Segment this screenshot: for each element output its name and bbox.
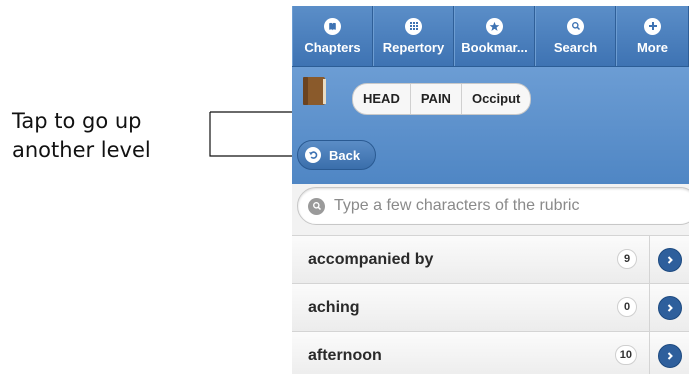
rubric-label: accompanied by	[308, 250, 434, 268]
chevron-right-icon	[657, 344, 682, 368]
count-badge: 9	[617, 249, 637, 269]
chevron-right-icon	[657, 296, 682, 320]
rubric-list: accompanied by 9 aching 0 afternoon 10	[292, 235, 689, 374]
header-area: HEAD PAIN Occiput Back	[292, 67, 689, 184]
nav-bookmarks-label: Bookmar...	[461, 39, 528, 55]
count-badge: 10	[614, 345, 637, 365]
book-cover-icon	[303, 77, 326, 105]
row-arrow-button[interactable]	[649, 236, 689, 284]
nav-bookmarks[interactable]: Bookmar...	[454, 6, 535, 66]
count-badge: 0	[617, 297, 637, 317]
list-item[interactable]: aching 0	[292, 283, 689, 332]
chevron-right-icon	[657, 248, 682, 272]
list-item[interactable]: accompanied by 9	[292, 235, 689, 284]
book-icon	[324, 17, 341, 35]
plus-icon	[644, 17, 661, 35]
nav-search-label: Search	[553, 39, 598, 55]
rubric-search-field[interactable]	[297, 187, 689, 225]
row-arrow-button[interactable]	[649, 284, 689, 332]
search-icon	[308, 197, 325, 215]
back-button[interactable]: Back	[297, 140, 376, 170]
rubric-label: afternoon	[308, 346, 382, 364]
breadcrumb-occiput[interactable]: Occiput	[462, 84, 530, 114]
breadcrumb-head[interactable]: HEAD	[353, 84, 411, 114]
back-arrow-icon	[305, 147, 321, 163]
search-icon	[567, 17, 584, 35]
back-label: Back	[329, 147, 361, 163]
breadcrumb-pain[interactable]: PAIN	[411, 84, 462, 114]
top-navbar: Chapters Repertory Bookmar... Search Mor…	[292, 6, 689, 67]
row-arrow-button[interactable]	[649, 332, 689, 374]
list-item[interactable]: afternoon 10	[292, 331, 689, 374]
nav-repertory[interactable]: Repertory	[373, 6, 454, 66]
rubric-search-input[interactable]	[332, 196, 656, 216]
nav-repertory-label: Repertory	[382, 39, 445, 55]
nav-chapters-label: Chapters	[304, 39, 361, 55]
nav-chapters[interactable]: Chapters	[292, 6, 373, 66]
grid-icon	[405, 17, 422, 35]
nav-search[interactable]: Search	[535, 6, 616, 66]
rubric-label: aching	[308, 298, 360, 316]
star-icon	[486, 17, 503, 35]
breadcrumb: HEAD PAIN Occiput	[352, 83, 532, 115]
app-screen: Chapters Repertory Bookmar... Search Mor…	[292, 6, 689, 374]
nav-more[interactable]: More	[616, 6, 689, 66]
nav-more-label: More	[636, 39, 669, 55]
